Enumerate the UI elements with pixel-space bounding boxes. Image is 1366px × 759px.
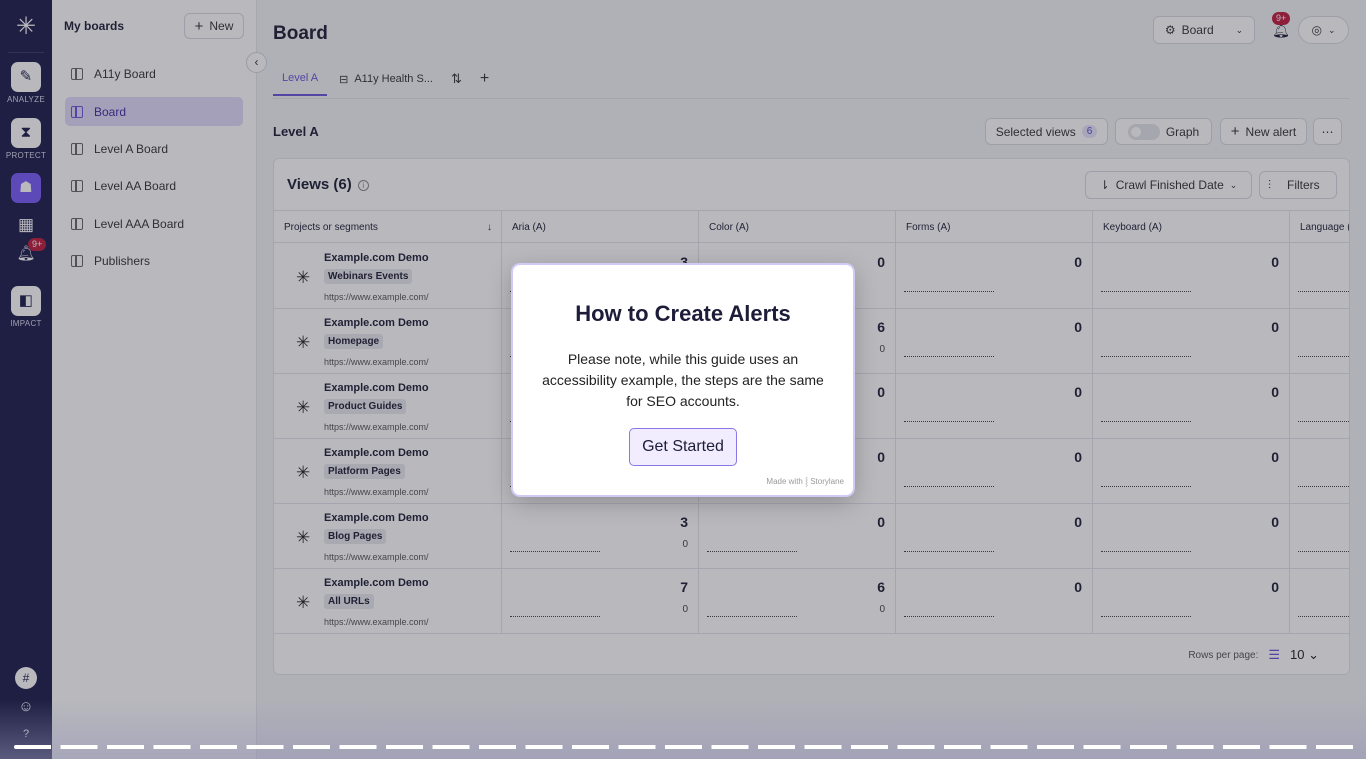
progress-dashes <box>14 745 1354 749</box>
made-with-storylane[interactable]: Made with ⸾ Storylane <box>766 476 844 487</box>
get-started-button[interactable]: Get Started <box>629 428 737 466</box>
modal-title: How to Create Alerts <box>513 301 853 327</box>
modal-body: Please note, while this guide uses an ac… <box>538 349 828 412</box>
guide-modal: How to Create Alerts Please note, while … <box>513 265 853 495</box>
bottom-fade <box>0 700 1366 759</box>
